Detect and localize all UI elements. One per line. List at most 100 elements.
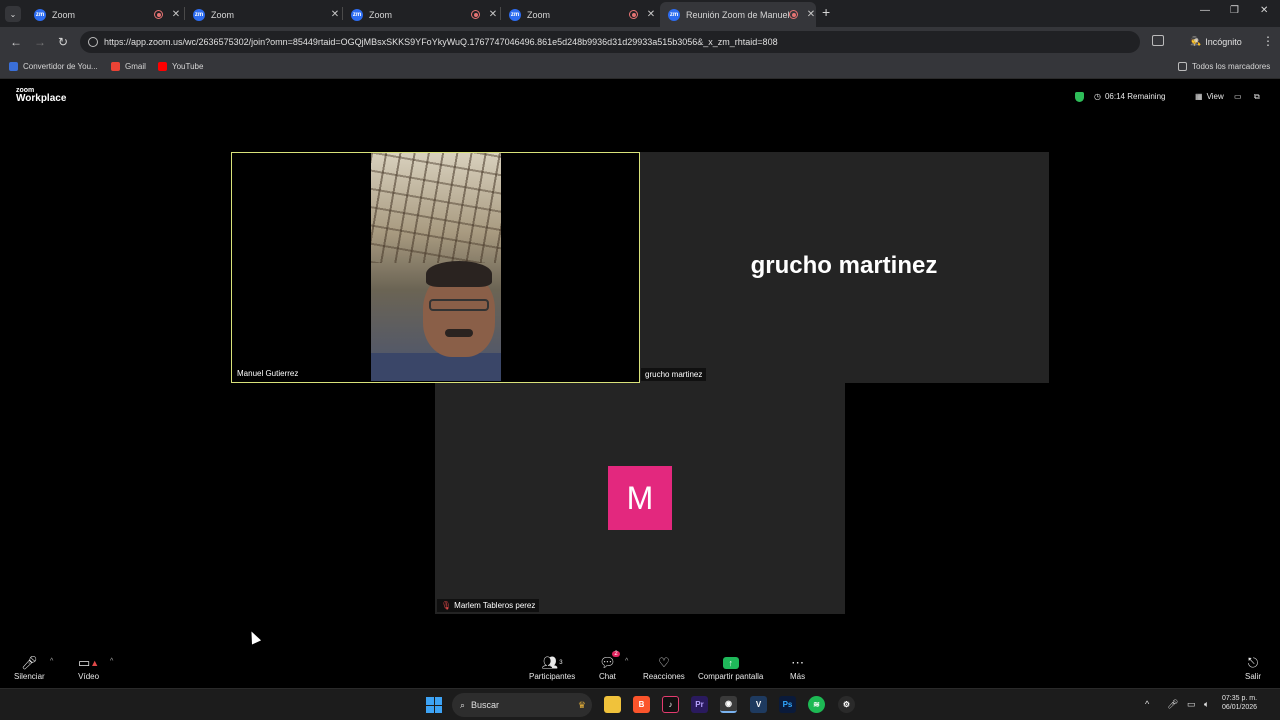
chat-label: Chat bbox=[599, 672, 616, 681]
more-button[interactable]: ⋯ Más bbox=[790, 654, 805, 681]
tray-microphone-icon[interactable]: 🎤︎ bbox=[1167, 699, 1178, 710]
audio-options-chevron-icon[interactable]: ^ bbox=[50, 658, 53, 665]
video-tile-grucho[interactable]: grucho martinez grucho martinez bbox=[640, 152, 1049, 383]
fullscreen-icon[interactable]: ⧉ bbox=[1254, 92, 1260, 102]
zoom-meeting-area: zoom Workplace ◷ 06:14 Remaining ▦ View … bbox=[0, 80, 1280, 688]
logo-big-text: Workplace bbox=[16, 93, 67, 104]
participant-avatar: M bbox=[608, 466, 672, 530]
chat-button[interactable]: 💬︎ 2 Chat bbox=[599, 651, 620, 681]
system-clock[interactable]: 07:35 p. m. 06/01/2026 bbox=[1222, 694, 1257, 713]
network-icon[interactable]: ▭ bbox=[1187, 699, 1196, 710]
leave-button[interactable]: ⎋ Salir bbox=[1245, 654, 1261, 681]
settings-gear-icon[interactable]: ⚙ bbox=[838, 696, 855, 713]
volume-icon[interactable]: 🔈︎ bbox=[1204, 699, 1209, 710]
reading-mode-icon[interactable] bbox=[1152, 35, 1164, 46]
browser-menu-icon[interactable]: ⋮ bbox=[1262, 34, 1274, 48]
gmail-icon bbox=[111, 62, 120, 71]
browser-tab-strip: ⌄ zm Zoom ✕ zm Zoom ✕ zm Zoom ✕ zm Zoom … bbox=[0, 0, 1280, 27]
site-info-icon[interactable] bbox=[88, 37, 98, 47]
leave-icon: ⎋ bbox=[1247, 655, 1259, 670]
bookmark-label: YouTube bbox=[172, 62, 204, 71]
video-button[interactable]: ▭ ▲ Vídeo bbox=[78, 654, 99, 681]
zoom-favicon-icon: zm bbox=[193, 8, 205, 21]
browser-tab[interactable]: zm Zoom ✕ bbox=[185, 2, 340, 27]
all-bookmarks-label: Todos los marcadores bbox=[1192, 62, 1271, 71]
participant-name-tag: Manuel Gutierrez bbox=[233, 367, 303, 380]
back-button[interactable]: ← bbox=[10, 35, 22, 49]
zoom-favicon-icon: zm bbox=[668, 8, 680, 21]
folder-icon bbox=[1178, 62, 1187, 71]
close-tab-icon[interactable]: ✕ bbox=[806, 9, 816, 20]
minimize-meeting-icon[interactable]: ▭ bbox=[1234, 92, 1242, 101]
reactions-button[interactable]: ♡ Reacciones bbox=[643, 654, 685, 681]
glasses bbox=[429, 299, 489, 311]
shield-icon bbox=[1075, 92, 1084, 102]
browser-toolbar: ← → ↻ https://app.zoom.us/wc/2636575302/… bbox=[0, 27, 1280, 57]
view-button[interactable]: ▦ View bbox=[1195, 92, 1224, 101]
close-tab-icon[interactable]: ✕ bbox=[330, 9, 340, 20]
premiere-pro-icon[interactable]: Pr bbox=[691, 696, 708, 713]
mouse-cursor-icon bbox=[246, 629, 262, 645]
search-placeholder: Buscar bbox=[471, 700, 500, 710]
forward-button[interactable]: → bbox=[34, 35, 46, 49]
maximize-window-button[interactable]: ❐ bbox=[1230, 5, 1239, 16]
search-highlight-crown-icon: ♛ bbox=[577, 699, 586, 710]
bookmark-item[interactable]: YouTube bbox=[158, 62, 203, 71]
recording-icon bbox=[629, 10, 638, 19]
share-label: Compartir pantalla bbox=[698, 672, 764, 681]
incognito-indicator[interactable]: 🕵 Incógnito bbox=[1190, 36, 1242, 47]
video-tile-manuel[interactable]: Manuel Gutierrez bbox=[231, 152, 640, 383]
close-window-button[interactable]: ✕ bbox=[1260, 5, 1268, 16]
bookmark-label: Convertidor de You... bbox=[23, 62, 98, 71]
bookmark-item[interactable]: Convertidor de You... bbox=[9, 62, 98, 71]
encryption-indicator[interactable] bbox=[1075, 92, 1084, 102]
close-tab-icon[interactable]: ✕ bbox=[646, 9, 656, 20]
share-screen-icon: ↑ bbox=[722, 654, 739, 672]
zoom-workplace-logo: zoom Workplace bbox=[16, 87, 66, 104]
close-tab-icon[interactable]: ✕ bbox=[171, 9, 181, 20]
all-bookmarks-button[interactable]: Todos los marcadores bbox=[1178, 62, 1270, 71]
chrome-icon[interactable]: ◉ bbox=[720, 696, 737, 713]
bookmark-item[interactable]: Gmail bbox=[111, 62, 146, 71]
address-bar[interactable]: https://app.zoom.us/wc/2636575302/join?o… bbox=[80, 31, 1140, 53]
more-label: Más bbox=[790, 672, 806, 681]
browser-tab[interactable]: zm Zoom ✕ bbox=[501, 2, 656, 27]
brave-browser-icon[interactable]: B bbox=[633, 696, 650, 713]
video-options-chevron-icon[interactable]: ^ bbox=[110, 658, 113, 665]
recording-icon bbox=[789, 10, 798, 19]
taskbar-search[interactable]: ⌕ Buscar ♛ bbox=[452, 693, 592, 717]
v-app-icon[interactable]: V bbox=[750, 696, 767, 713]
participants-label: Participantes bbox=[529, 672, 576, 681]
ceiling-rafters bbox=[371, 153, 501, 263]
reload-button[interactable]: ↻ bbox=[58, 35, 68, 49]
minimize-window-button[interactable]: — bbox=[1200, 5, 1210, 16]
meeting-timer[interactable]: ◷ 06:14 Remaining bbox=[1094, 92, 1165, 101]
close-tab-icon[interactable]: ✕ bbox=[488, 9, 498, 20]
participant-video bbox=[371, 153, 501, 381]
bookmarks-bar: Convertidor de You... Gmail YouTube Todo… bbox=[0, 57, 1280, 79]
participants-icon: 👥︎ 3 bbox=[541, 655, 563, 670]
clock-icon: ◷ bbox=[1094, 92, 1101, 101]
tab-title: Zoom bbox=[211, 9, 235, 20]
file-explorer-icon[interactable] bbox=[604, 696, 621, 713]
participants-button[interactable]: 👥︎ 3 Participantes bbox=[529, 654, 575, 681]
tab-search-button[interactable]: ⌄ bbox=[5, 6, 21, 22]
show-hidden-icons-chevron-icon[interactable]: ^ bbox=[1145, 699, 1149, 709]
new-tab-button[interactable]: + bbox=[822, 4, 830, 20]
share-screen-button[interactable]: ↑ Compartir pantalla bbox=[698, 654, 763, 681]
photoshop-icon[interactable]: Ps bbox=[779, 696, 796, 713]
hair bbox=[426, 261, 492, 287]
tiktok-icon[interactable]: ♪ bbox=[662, 696, 679, 713]
remaining-time: 06:14 Remaining bbox=[1104, 92, 1166, 101]
chat-options-chevron-icon[interactable]: ^ bbox=[625, 658, 628, 665]
browser-tab[interactable]: zm Zoom ✕ bbox=[26, 2, 181, 27]
meeting-controls: 🎤︎ Silenciar ^ ▭ ▲ Vídeo ^ 👥︎ 3 Participan… bbox=[0, 651, 1280, 688]
video-tile-marlem[interactable]: M 🎙 Marlem Tableros perez bbox=[435, 383, 845, 614]
browser-tab-active[interactable]: zm Reunión Zoom de Manuel G ✕ bbox=[660, 2, 816, 27]
windows-start-icon[interactable] bbox=[426, 697, 442, 713]
video-camera-icon: ▭ ▲ bbox=[78, 655, 100, 670]
mute-button[interactable]: 🎤︎ Silenciar bbox=[14, 654, 45, 681]
spotify-icon[interactable]: ≋ bbox=[808, 696, 825, 713]
mic-muted-icon: 🎙 bbox=[441, 601, 452, 610]
browser-tab[interactable]: zm Zoom ✕ bbox=[343, 2, 498, 27]
